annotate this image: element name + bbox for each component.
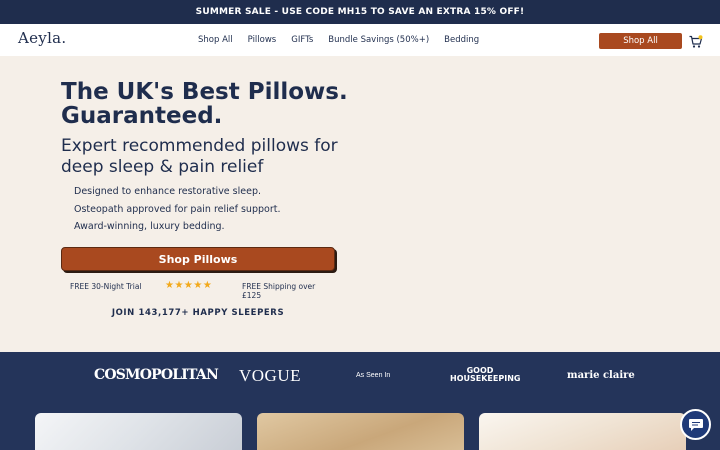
benefit-item: Designed to enhance restorative sleep. — [74, 186, 262, 197]
benefit-item: Award-winning, luxury bedding. — [74, 221, 225, 232]
main-menu: Shop All Pillows GIFTs Bundle Savings (5… — [198, 35, 494, 45]
shop-pillows-button[interactable]: Shop Pillows — [61, 247, 335, 271]
shipping-text: FREE Shipping over £125 — [242, 282, 316, 300]
menu-item-bedding[interactable]: Bedding — [444, 35, 479, 45]
trust-row: FREE 30-Night Trial ★★★★★ FREE Shipping … — [61, 280, 335, 300]
vogue-logo: VOGUE — [239, 366, 301, 385]
announcement-text: SUMMER SALE - USE CODE MH15 TO SAVE AN E… — [195, 7, 525, 17]
hero-title: The UK's Best Pillows. Guaranteed. — [61, 79, 348, 129]
menu-item-pillows[interactable]: Pillows — [248, 35, 277, 45]
shop-all-button[interactable]: Shop All — [599, 33, 682, 49]
brand-logo[interactable]: Aeyla. — [18, 29, 67, 47]
hero-subtitle: Expert recommended pillows for deep slee… — [61, 136, 338, 177]
rating-stars-icon: ★★★★★ — [165, 280, 213, 291]
benefit-list: Designed to enhance restorative sleep. O… — [74, 185, 280, 238]
menu-item-gifts[interactable]: GIFTs — [291, 35, 313, 45]
chat-icon[interactable] — [680, 409, 711, 440]
announcement-bar: SUMMER SALE - USE CODE MH15 TO SAVE AN E… — [0, 0, 720, 24]
product-card-image[interactable] — [257, 413, 464, 450]
marie-claire-logo: marie claire — [567, 370, 635, 381]
product-card-image[interactable] — [479, 413, 686, 450]
join-text: JOIN 143,177+ HAPPY SLEEPERS — [111, 308, 285, 318]
menu-item-shop-all[interactable]: Shop All — [198, 35, 233, 45]
menu-item-bundle-savings[interactable]: Bundle Savings (50%+) — [328, 35, 429, 45]
trial-text: FREE 30-Night Trial — [70, 282, 142, 291]
header-nav: Aeyla. Shop All Pillows GIFTs Bundle Sav… — [0, 24, 720, 56]
as-seen-in-label: As Seen In — [356, 372, 391, 379]
cart-icon[interactable] — [689, 34, 703, 48]
product-card-image[interactable] — [35, 413, 242, 450]
benefit-item: Osteopath approved for pain relief suppo… — [74, 203, 281, 215]
cosmopolitan-logo: COSMOPOLITAN — [94, 367, 219, 383]
good-housekeeping-logo: GOOD HOUSEKEEPING — [450, 366, 521, 383]
